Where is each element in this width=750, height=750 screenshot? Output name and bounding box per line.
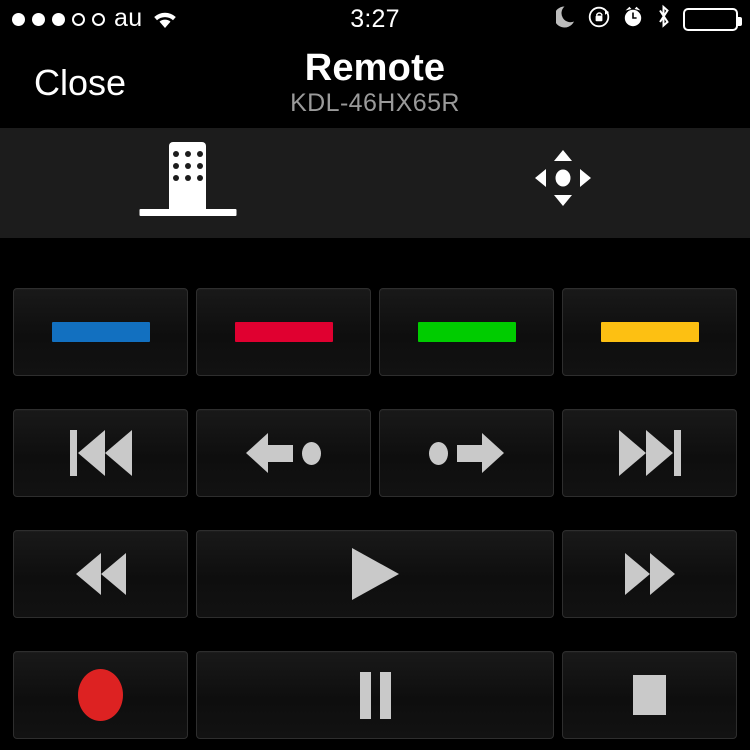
device-model-subtitle: KDL-46HX65R: [290, 88, 460, 117]
color-buttons-row: [13, 288, 737, 376]
rotation-lock-icon: [588, 5, 611, 33]
yellow-button[interactable]: [562, 288, 737, 376]
rewind-icon: [75, 553, 126, 595]
navigation-bar: Close Remote KDL-46HX65R: [0, 38, 750, 128]
remote-app-screen: au 3:27 Close Remote KDL-46HX65R: [0, 0, 750, 750]
skip-next-icon: [618, 430, 681, 476]
rewind-button[interactable]: [13, 530, 188, 618]
remote-keypad-icon: [169, 141, 206, 215]
status-bar: au 3:27: [0, 0, 750, 38]
jump-back-button[interactable]: [196, 409, 371, 497]
skip-previous-icon: [69, 430, 132, 476]
record-button[interactable]: [13, 651, 188, 739]
color-bar-green-icon: [417, 322, 516, 342]
playback-buttons-row: [13, 530, 737, 618]
stop-square-icon: [633, 675, 666, 715]
pause-icon: [359, 671, 391, 719]
title-block: Remote KDL-46HX65R: [0, 38, 750, 128]
skip-buttons-row: [13, 409, 737, 497]
red-button[interactable]: [196, 288, 371, 376]
status-bar-right: [554, 0, 742, 38]
record-buttons-row: [13, 651, 737, 739]
clock-label: 3:27: [350, 4, 400, 33]
skip-next-button[interactable]: [562, 409, 737, 497]
fast-forward-button[interactable]: [562, 530, 737, 618]
record-circle-icon: [78, 669, 123, 721]
color-bar-blue-icon: [51, 322, 150, 342]
page-title: Remote: [304, 46, 446, 89]
dot-arrow-right-icon: [429, 433, 504, 473]
alarm-clock-icon: [622, 5, 644, 33]
color-bar-red-icon: [234, 322, 333, 342]
pause-button[interactable]: [196, 651, 554, 739]
color-bar-yellow-icon: [600, 322, 699, 342]
fast-forward-icon: [624, 553, 675, 595]
play-button[interactable]: [196, 530, 554, 618]
remote-button-grid: [0, 238, 750, 750]
dpad-icon: [534, 150, 591, 206]
tab-bar: [0, 128, 750, 238]
skip-previous-button[interactable]: [13, 409, 188, 497]
arrow-left-dot-icon: [246, 433, 321, 473]
stop-button[interactable]: [562, 651, 737, 739]
blue-button[interactable]: [13, 288, 188, 376]
play-icon: [351, 548, 399, 600]
tab-dpad[interactable]: [375, 128, 750, 238]
tab-keypad[interactable]: [0, 128, 375, 238]
tab-active-indicator: [139, 209, 236, 216]
green-button[interactable]: [379, 288, 554, 376]
do-not-disturb-moon-icon: [554, 5, 577, 33]
bluetooth-icon: [655, 4, 672, 34]
battery-icon: [683, 7, 742, 31]
jump-forward-button[interactable]: [379, 409, 554, 497]
